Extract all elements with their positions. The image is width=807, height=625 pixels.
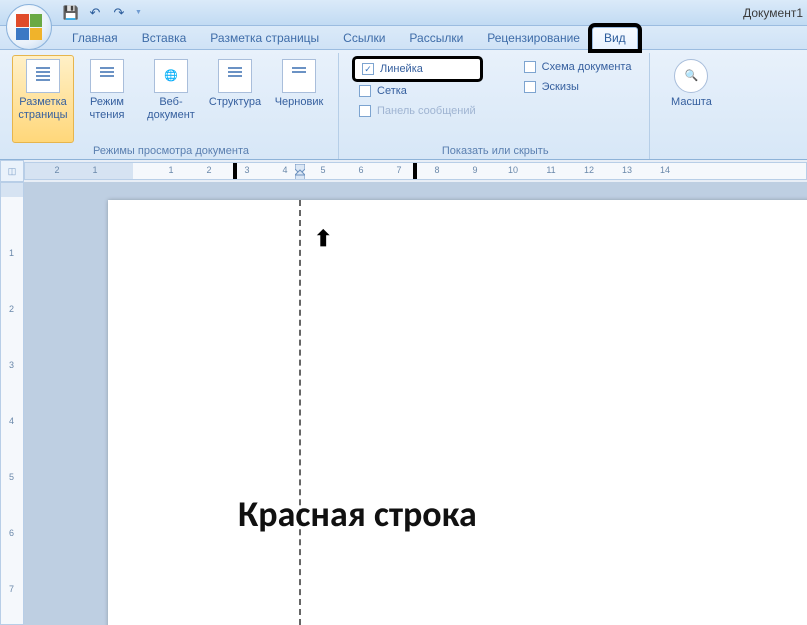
ruler-tick: 2 (9, 304, 14, 314)
tab-review[interactable]: Рецензирование (475, 27, 592, 49)
checkbox-message-bar[interactable]: Панель сообщений (355, 103, 480, 119)
first-line-indent-marker[interactable] (295, 164, 305, 180)
view-reading-button[interactable]: Режим чтения (76, 55, 138, 143)
ruler-tick: 4 (282, 165, 287, 175)
tab-home[interactable]: Главная (60, 27, 130, 49)
ruler-tick: 5 (9, 472, 14, 482)
ruler-left-margin (25, 163, 133, 179)
document-title: Документ1 (743, 6, 803, 20)
vertical-ruler[interactable]: 1 2 3 4 5 6 7 (0, 182, 24, 625)
zoom-label: Масшта (671, 96, 712, 109)
tab-insert[interactable]: Вставка (130, 27, 199, 49)
ruler-row: ◫ 3211234567891011121314 (0, 160, 807, 182)
horizontal-ruler[interactable]: 3211234567891011121314 (24, 162, 807, 180)
ruler-tick: 2 (54, 165, 59, 175)
ruler-tick: 2 (206, 165, 211, 175)
ruler-tick: 12 (584, 165, 594, 175)
view-draft-label: Черновик (275, 96, 324, 109)
ribbon: Разметка страницы Режим чтения 🌐 Веб-док… (0, 50, 807, 160)
document-page[interactable] (108, 200, 807, 625)
ruler-tick: 8 (434, 165, 439, 175)
save-button[interactable]: 💾 (60, 3, 82, 23)
ruler-top-margin (1, 183, 23, 197)
checkbox-icon (524, 61, 536, 73)
checkbox-ruler[interactable]: ✓ Линейка (355, 59, 480, 79)
web-layout-icon: 🌐 (154, 59, 188, 93)
tab-view[interactable]: Вид (592, 27, 638, 49)
ruler-corner[interactable]: ◫ (0, 160, 24, 182)
arrow-up-icon: ⬆ (314, 226, 332, 252)
workspace: 1 2 3 4 5 6 7 ⬆ Красная строка (0, 182, 807, 625)
ruler-tick: 1 (92, 165, 97, 175)
checkbox-gridlines-label: Сетка (377, 85, 407, 97)
print-layout-icon (26, 59, 60, 93)
ruler-tick: 10 (508, 165, 518, 175)
ruler-tick: 6 (9, 528, 14, 538)
reading-icon (90, 59, 124, 93)
undo-button[interactable]: ↶ (84, 3, 106, 23)
ruler-tick: 1 (9, 248, 14, 258)
tab-references[interactable]: Ссылки (331, 27, 397, 49)
group-zoom: 🔍 Масшта (656, 53, 726, 159)
group-document-views: Разметка страницы Режим чтения 🌐 Веб-док… (8, 53, 339, 159)
checkmark-icon: ✓ (362, 63, 374, 75)
ruler-tick: 3 (244, 165, 249, 175)
tab-mailings[interactable]: Рассылки (397, 27, 475, 49)
view-web-label: Веб-документ (143, 96, 199, 121)
ruler-tick: 4 (9, 416, 14, 426)
view-reading-label: Режим чтения (79, 96, 135, 121)
checkbox-icon (359, 105, 371, 117)
draft-icon (282, 59, 316, 93)
ruler-tick: 9 (472, 165, 477, 175)
quick-access-toolbar: 💾 ↶ ↷ ▼ (60, 0, 145, 25)
checkbox-icon (359, 85, 371, 97)
view-print-layout-label: Разметка страницы (15, 96, 71, 121)
checkbox-message-bar-label: Панель сообщений (377, 105, 476, 117)
checkbox-document-map[interactable]: Схема документа (520, 59, 636, 75)
view-outline-label: Структура (209, 96, 261, 109)
redo-button[interactable]: ↷ (108, 3, 130, 23)
document-heading-text[interactable]: Красная строка (238, 492, 477, 536)
checkbox-thumbnails[interactable]: Эскизы (520, 79, 636, 95)
view-outline-button[interactable]: Структура (204, 55, 266, 143)
magnifier-icon: 🔍 (674, 59, 708, 93)
checkbox-ruler-label: Линейка (380, 63, 423, 75)
checkbox-document-map-label: Схема документа (542, 61, 632, 73)
ruler-tick: 7 (396, 165, 401, 175)
view-draft-button[interactable]: Черновик (268, 55, 330, 143)
indent-guide-line (299, 200, 301, 625)
ruler-tick: 13 (622, 165, 632, 175)
office-logo-icon (16, 14, 42, 40)
view-web-button[interactable]: 🌐 Веб-документ (140, 55, 202, 143)
group-zoom-spacer (660, 143, 722, 159)
ruler-tick: 1 (168, 165, 173, 175)
ruler-tick: 6 (358, 165, 363, 175)
title-bar: 💾 ↶ ↷ ▼ Документ1 (0, 0, 807, 26)
checkbox-gridlines[interactable]: Сетка (355, 83, 480, 99)
ruler-tick: 5 (320, 165, 325, 175)
checkbox-thumbnails-label: Эскизы (542, 81, 579, 93)
group-show-hide-label: Показать или скрыть (349, 143, 641, 159)
ribbon-tabs: Главная Вставка Разметка страницы Ссылки… (0, 26, 807, 50)
group-document-views-label: Режимы просмотра документа (12, 143, 330, 159)
ruler-tick: 14 (660, 165, 670, 175)
tab-layout[interactable]: Разметка страницы (198, 27, 331, 49)
outline-icon (218, 59, 252, 93)
ruler-tick: 3 (9, 360, 14, 370)
group-show-hide: ✓ Линейка Сетка Панель сообщений Схема д… (345, 53, 650, 159)
view-print-layout-button[interactable]: Разметка страницы (12, 55, 74, 143)
office-button[interactable] (6, 4, 52, 50)
zoom-button[interactable]: 🔍 Масшта (660, 55, 722, 143)
ruler-tick: 11 (546, 165, 555, 175)
page-area[interactable]: ⬆ Красная строка (24, 182, 807, 625)
checkbox-icon (524, 81, 536, 93)
qat-dropdown-icon[interactable]: ▼ (135, 9, 142, 16)
ruler-tick: 7 (9, 584, 14, 594)
